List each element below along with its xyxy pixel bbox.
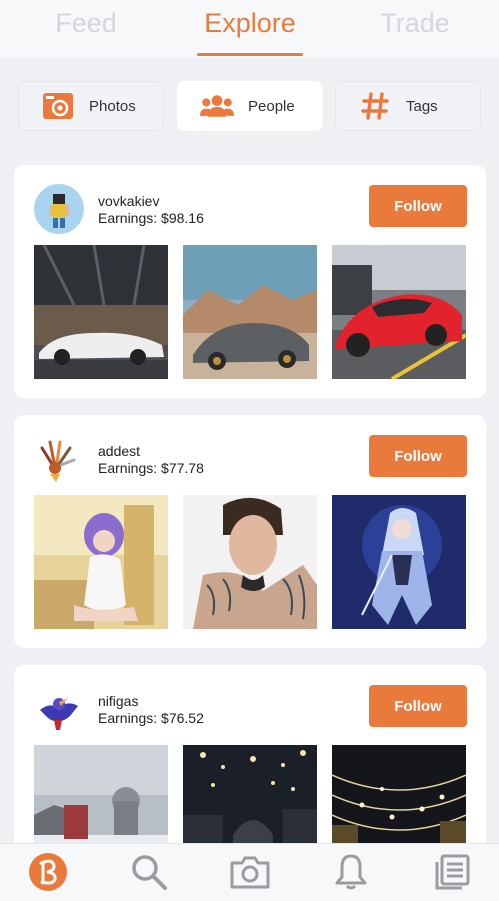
filter-tags[interactable]: Tags bbox=[335, 81, 481, 131]
username[interactable]: nifigas bbox=[98, 693, 138, 709]
filter-tags-label: Tags bbox=[406, 97, 438, 115]
bell-icon bbox=[334, 853, 368, 896]
filter-photos[interactable]: Photos bbox=[18, 81, 164, 131]
post-thumbnail[interactable] bbox=[34, 245, 168, 379]
filter-people-label: People bbox=[248, 97, 295, 115]
tab-feed[interactable]: Feed bbox=[16, 8, 156, 39]
filter-photos-label: Photos bbox=[89, 97, 136, 115]
photo-icon bbox=[41, 91, 75, 121]
avatar[interactable] bbox=[34, 684, 84, 734]
profile-list-icon bbox=[434, 854, 470, 895]
post-thumbnail[interactable] bbox=[332, 245, 466, 379]
earnings: Earnings: $76.52 bbox=[98, 710, 204, 726]
username[interactable]: addest bbox=[98, 443, 140, 459]
steepshot-logo-icon bbox=[28, 852, 68, 897]
nav-profile[interactable] bbox=[430, 852, 474, 896]
tab-trade[interactable]: Trade bbox=[345, 8, 485, 39]
follow-button[interactable]: Follow bbox=[369, 185, 467, 227]
user-card: vovkakiev Earnings: $98.16 Follow bbox=[14, 165, 486, 398]
filter-people[interactable]: People bbox=[177, 81, 323, 131]
follow-button[interactable]: Follow bbox=[369, 685, 467, 727]
top-tab-bar: Feed Explore Trade bbox=[0, 0, 499, 58]
tab-explore[interactable]: Explore bbox=[180, 8, 320, 39]
search-icon bbox=[130, 853, 168, 896]
post-thumbnail[interactable] bbox=[332, 495, 466, 629]
avatar[interactable] bbox=[34, 184, 84, 234]
earnings: Earnings: $98.16 bbox=[98, 210, 204, 226]
post-thumbnail[interactable] bbox=[34, 495, 168, 629]
user-card: nifigas Earnings: $76.52 Follow bbox=[14, 665, 486, 879]
bottom-nav bbox=[0, 843, 499, 901]
username[interactable]: vovkakiev bbox=[98, 193, 159, 209]
post-thumbnail[interactable] bbox=[183, 495, 317, 629]
active-tab-indicator bbox=[197, 53, 303, 56]
nav-notifications[interactable] bbox=[329, 852, 373, 896]
hashtag-icon bbox=[358, 91, 392, 121]
user-card: addest Earnings: $77.78 Follow bbox=[14, 415, 486, 648]
follow-button[interactable]: Follow bbox=[369, 435, 467, 477]
nav-search[interactable] bbox=[127, 852, 171, 896]
camera-icon bbox=[229, 854, 271, 895]
people-icon bbox=[200, 91, 234, 121]
avatar[interactable] bbox=[34, 434, 84, 484]
nav-camera[interactable] bbox=[228, 852, 272, 896]
nav-home[interactable] bbox=[26, 852, 70, 896]
post-thumbnail[interactable] bbox=[183, 245, 317, 379]
earnings: Earnings: $77.78 bbox=[98, 460, 204, 476]
